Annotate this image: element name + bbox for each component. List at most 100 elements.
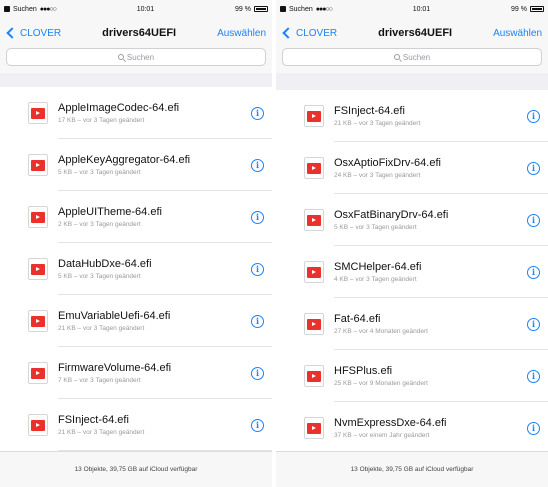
file-row[interactable]: AppleKeyAggregator-64.efi 5 KB – vor 3 T… <box>0 139 272 191</box>
back-to-app-icon[interactable] <box>280 6 286 12</box>
file-meta: 21 KB – vor 3 Tagen geändert <box>58 429 145 436</box>
info-icon[interactable]: i <box>251 418 264 432</box>
info-icon[interactable]: i <box>251 314 264 328</box>
file-name: DataHubDxe-64.efi <box>58 258 152 270</box>
file-row[interactable]: OsxFatBinaryDrv-64.efi 5 KB – vor 3 Tage… <box>276 194 548 246</box>
search-input[interactable]: Suchen <box>282 48 542 66</box>
status-carrier[interactable]: Suchen <box>13 6 37 13</box>
info-icon[interactable]: i <box>527 369 540 383</box>
file-meta: 7 KB – vor 3 Tagen geändert <box>58 377 141 384</box>
file-name: OsxFatBinaryDrv-64.efi <box>334 209 449 221</box>
search-icon <box>393 54 400 60</box>
file-meta: 5 KB – vor 3 Tagen geändert <box>58 169 141 176</box>
pdf-file-icon <box>28 206 48 228</box>
storage-footer: 13 Objekte, 39,75 GB auf iCloud verfügba… <box>276 451 548 487</box>
select-button[interactable]: Auswählen <box>493 28 542 39</box>
navigation-bar: CLOVER drivers64UEFI Auswählen <box>276 18 548 48</box>
pdf-file-icon <box>28 154 48 176</box>
pdf-file-icon <box>28 362 48 384</box>
select-button[interactable]: Auswählen <box>217 28 266 39</box>
file-name: AppleKeyAggregator-64.efi <box>58 154 191 166</box>
status-battery-percent: 99 % <box>511 5 527 13</box>
pdf-file-icon <box>28 414 48 436</box>
info-icon[interactable]: i <box>527 421 540 435</box>
file-meta: 21 KB – vor 3 Tagen geändert <box>334 120 421 127</box>
back-button-label: CLOVER <box>20 27 62 39</box>
status-bar: Suchen ●●●○○ 10:01 99 % <box>0 0 272 18</box>
pdf-file-icon <box>304 105 324 127</box>
file-name: AppleUITheme-64.efi <box>58 206 162 218</box>
status-bar: Suchen ●●●○○ 10:01 99 % <box>276 0 548 18</box>
status-carrier[interactable]: Suchen <box>289 6 313 13</box>
file-list: FSInject-64.efi 21 KB – vor 3 Tagen geän… <box>276 90 548 454</box>
file-row[interactable]: Fat-64.efi 27 KB – vor 4 Monaten geänder… <box>276 298 548 350</box>
info-icon[interactable]: i <box>251 210 264 224</box>
pdf-file-icon <box>28 310 48 332</box>
status-time: 10:01 <box>412 5 431 13</box>
signal-icon: ●●●○○ <box>315 5 333 13</box>
info-icon[interactable]: i <box>251 366 264 380</box>
pdf-file-icon <box>28 102 48 124</box>
file-meta: 21 KB – vor 3 Tagen geändert <box>58 325 145 332</box>
back-to-app-icon[interactable] <box>4 6 10 12</box>
file-row[interactable]: AppleImageCodec-64.efi 17 KB – vor 3 Tag… <box>0 87 272 139</box>
battery-icon <box>253 6 268 12</box>
search-placeholder: Suchen <box>126 52 155 62</box>
file-meta: 17 KB – vor 3 Tagen geändert <box>58 117 145 124</box>
file-name: NvmExpressDxe-64.efi <box>334 417 447 429</box>
file-list: AppleImageCodec-64.efi 17 KB – vor 3 Tag… <box>0 87 272 451</box>
info-icon[interactable]: i <box>527 265 540 279</box>
file-meta: 5 KB – vor 3 Tagen geändert <box>58 273 141 280</box>
file-name: SMCHelper-64.efi <box>334 261 422 273</box>
pdf-file-icon <box>304 313 324 335</box>
search-container: Suchen <box>276 48 548 73</box>
file-name: FSInject-64.efi <box>334 105 405 117</box>
file-name: Fat-64.efi <box>334 313 381 325</box>
left-screen: Suchen ●●●○○ 10:01 99 % CLOVER drivers64… <box>0 0 272 487</box>
pdf-file-icon <box>304 417 324 439</box>
back-button-label: CLOVER <box>296 27 338 39</box>
file-name: FirmwareVolume-64.efi <box>58 362 172 374</box>
file-row[interactable]: AppleUITheme-64.efi 2 KB – vor 3 Tagen g… <box>0 191 272 243</box>
signal-icon: ●●●○○ <box>39 5 57 13</box>
search-container: Suchen <box>0 48 272 73</box>
info-icon[interactable]: i <box>527 161 540 175</box>
chevron-left-icon <box>282 27 294 39</box>
file-row[interactable]: SMCHelper-64.efi 4 KB – vor 3 Tagen geän… <box>276 246 548 298</box>
search-icon <box>117 54 124 60</box>
back-button[interactable]: CLOVER <box>282 27 338 39</box>
info-icon[interactable]: i <box>251 262 264 276</box>
file-meta: 4 KB – vor 3 Tagen geändert <box>334 276 417 283</box>
file-row[interactable]: OsxAptioFixDrv-64.efi 24 KB – vor 3 Tage… <box>276 142 548 194</box>
battery-icon <box>529 6 544 12</box>
file-meta: 37 KB – vor einem Jahr geändert <box>334 432 430 439</box>
file-meta: 25 KB – vor 9 Monaten geändert <box>334 380 428 387</box>
file-row[interactable]: FSInject-64.efi 21 KB – vor 3 Tagen geän… <box>276 90 548 142</box>
file-name: HFSPlus.efi <box>334 365 393 377</box>
info-icon[interactable]: i <box>527 109 540 123</box>
file-row[interactable]: NvmExpressDxe-64.efi 37 KB – vor einem J… <box>276 402 548 454</box>
file-row[interactable]: DataHubDxe-64.efi 5 KB – vor 3 Tagen geä… <box>0 243 272 295</box>
info-icon[interactable]: i <box>527 213 540 227</box>
pdf-file-icon <box>304 209 324 231</box>
file-name: OsxAptioFixDrv-64.efi <box>334 157 441 169</box>
chevron-left-icon <box>6 27 18 39</box>
page-title: drivers64UEFI <box>378 27 453 39</box>
search-input[interactable]: Suchen <box>6 48 266 66</box>
file-row[interactable]: HFSPlus.efi 25 KB – vor 9 Monaten geände… <box>276 350 548 402</box>
info-icon[interactable]: i <box>251 106 264 120</box>
info-icon[interactable]: i <box>251 158 264 172</box>
file-row[interactable]: FSInject-64.efi 21 KB – vor 3 Tagen geän… <box>0 399 272 451</box>
pdf-file-icon <box>304 157 324 179</box>
info-icon[interactable]: i <box>527 317 540 331</box>
file-meta: 24 KB – vor 3 Tagen geändert <box>334 172 421 179</box>
file-name: EmuVariableUefi-64.efi <box>58 310 171 322</box>
navigation-bar: CLOVER drivers64UEFI Auswählen <box>0 18 272 48</box>
back-button[interactable]: CLOVER <box>6 27 62 39</box>
page-title: drivers64UEFI <box>102 27 177 39</box>
right-screen: Suchen ●●●○○ 10:01 99 % CLOVER drivers64… <box>276 0 548 487</box>
search-placeholder: Suchen <box>402 52 431 62</box>
file-meta: 5 KB – vor 3 Tagen geändert <box>334 224 417 231</box>
file-row[interactable]: EmuVariableUefi-64.efi 21 KB – vor 3 Tag… <box>0 295 272 347</box>
file-row[interactable]: FirmwareVolume-64.efi 7 KB – vor 3 Tagen… <box>0 347 272 399</box>
